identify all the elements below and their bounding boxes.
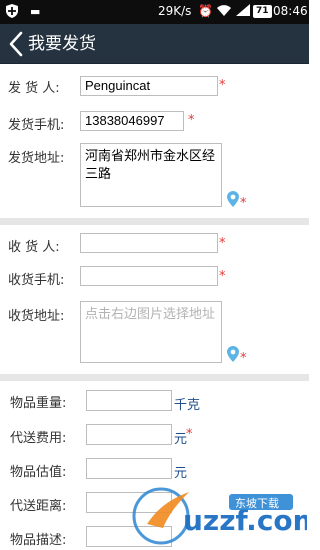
- value-label: 物品估值:: [10, 465, 67, 480]
- section-divider: [0, 218, 309, 225]
- description-label: 物品描述:: [10, 533, 67, 548]
- receiver-name-label: 收 货 人:: [8, 240, 60, 255]
- required-mark: *: [219, 236, 226, 251]
- required-mark: *: [186, 427, 193, 442]
- alarm-icon: ⏰: [198, 4, 213, 18]
- address-placeholder: 点击右边图片选择地址: [85, 306, 216, 321]
- required-mark: *: [188, 113, 195, 128]
- weight-input[interactable]: [86, 390, 172, 411]
- fee-label: 代送费用:: [10, 431, 67, 446]
- distance-label: 代送距离:: [10, 499, 67, 514]
- required-mark: *: [240, 196, 247, 211]
- shield-icon: [6, 4, 18, 18]
- sender-name-input[interactable]: Penguincat: [80, 76, 218, 96]
- weight-unit: 千克: [174, 398, 201, 413]
- value-unit: 元: [174, 466, 188, 481]
- sender-address-input[interactable]: 河南省郑州市金水区经三路: [80, 143, 222, 207]
- clock-time: 08:46: [273, 4, 308, 18]
- notification-icon: ▬: [30, 5, 41, 18]
- battery-icon: 71: [253, 5, 272, 18]
- network-speed: 29K/s: [158, 4, 192, 18]
- receiver-address-label: 收货地址:: [8, 309, 65, 324]
- uzzf-logo-watermark: uzzf.com 东坡下载: [132, 487, 307, 545]
- status-bar: ▬ 29K/s ⏰ 71 08:46: [0, 0, 309, 24]
- sender-address-label: 发货地址:: [8, 151, 65, 166]
- receiver-address-input[interactable]: 点击右边图片选择地址: [80, 301, 222, 363]
- fee-input[interactable]: [86, 424, 172, 445]
- location-pin-icon[interactable]: [227, 346, 239, 362]
- section-divider: [0, 374, 309, 381]
- wifi-icon: [217, 5, 231, 16]
- required-mark: *: [219, 269, 226, 284]
- value-input[interactable]: [86, 458, 172, 479]
- sender-phone-input[interactable]: 13838046997: [80, 111, 184, 131]
- sender-phone-label: 发货手机:: [8, 118, 65, 133]
- receiver-name-input[interactable]: [80, 233, 218, 253]
- title-bar: 我要发货: [0, 24, 309, 64]
- weight-label: 物品重量:: [10, 396, 67, 411]
- signal-icon: [236, 4, 250, 16]
- sender-name-label: 发 货 人:: [8, 81, 60, 96]
- required-mark: *: [219, 78, 226, 93]
- receiver-phone-input[interactable]: [80, 266, 218, 286]
- required-mark: *: [240, 351, 247, 366]
- svg-text:东坡下载: 东坡下载: [235, 497, 279, 510]
- location-pin-icon[interactable]: [227, 191, 239, 207]
- receiver-phone-label: 收货手机:: [8, 273, 65, 288]
- back-arrow-icon[interactable]: [8, 31, 24, 57]
- page-title: 我要发货: [28, 34, 96, 54]
